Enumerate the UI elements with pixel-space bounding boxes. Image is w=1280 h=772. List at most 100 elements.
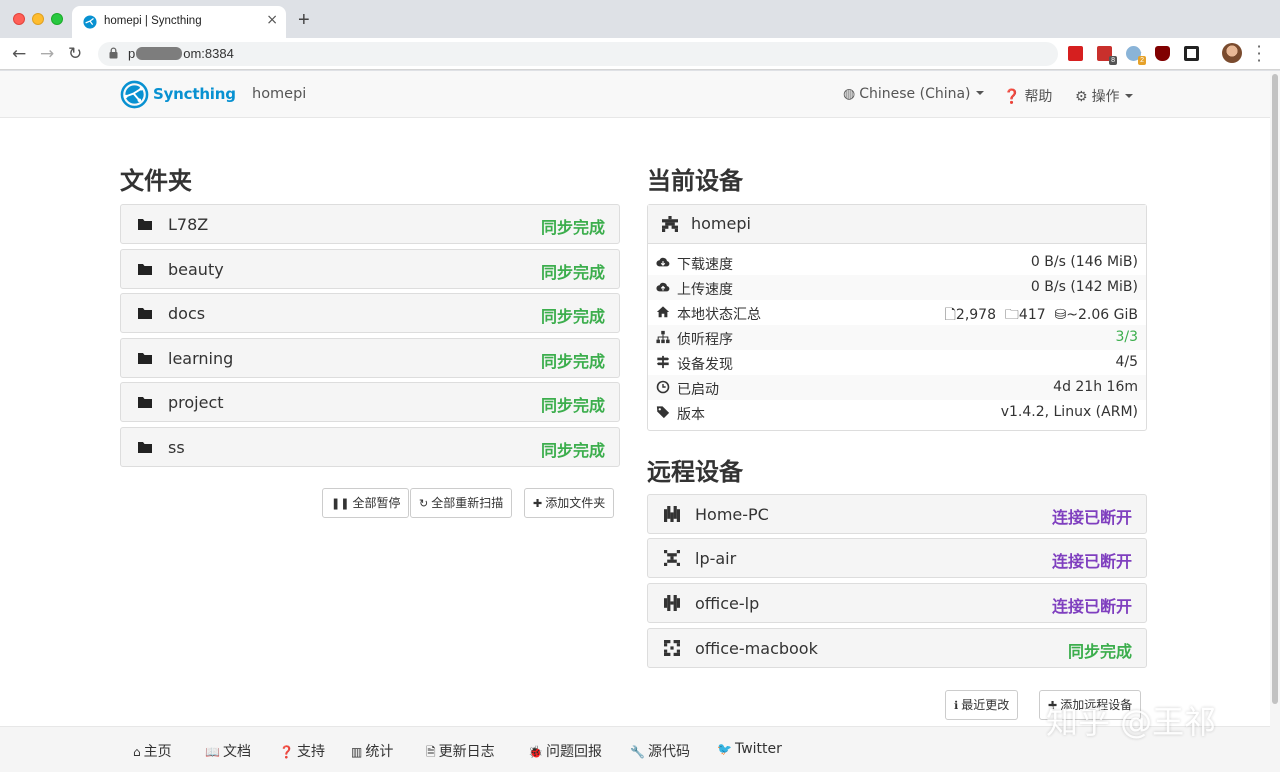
url-text[interactable]: p om:8384 [128, 46, 234, 61]
folder-icon [138, 308, 152, 319]
omnibox[interactable]: pom:8384 ☆ [98, 42, 1142, 66]
window-zoom-button[interactable] [51, 13, 63, 25]
hdd-icon: ⛁ [1054, 307, 1067, 323]
cloud-download-icon [656, 257, 670, 267]
stat-row-upload: 上传速度 0 B/s (142 MiB) [648, 275, 1146, 300]
url-redaction [136, 47, 183, 60]
extension-grid-icon[interactable]: 8 [1097, 46, 1117, 65]
forward-icon[interactable]: → [40, 44, 54, 64]
folder-outline-icon: 🗀 [1004, 307, 1019, 323]
discovery-value[interactable]: 4/5 [1115, 354, 1138, 370]
profile-avatar[interactable] [1222, 43, 1242, 63]
device-hostname: homepi [252, 86, 307, 102]
stat-row-local-state: 本地状态汇总 🗋2,978 🗀417 ⛁~2.06 GiB [648, 300, 1146, 325]
brand-name[interactable]: Syncthing [153, 85, 236, 103]
remote-device-panel[interactable]: office-lp 连接已断开 [647, 583, 1147, 623]
browser-tab[interactable]: homepi | Syncthing × [72, 6, 286, 38]
footer-home-link[interactable]: ⌂ 主页 [133, 741, 172, 761]
browser-tab-bar: homepi | Syncthing × + [0, 0, 1280, 38]
plus-icon: ✚ [533, 497, 543, 510]
this-device-header[interactable]: homepi [648, 205, 1146, 244]
folder-name: L78Z [168, 215, 209, 234]
remote-device-status: 同步完成 [1067, 642, 1132, 661]
listeners-value[interactable]: 3/3 [1115, 329, 1138, 345]
folder-name: docs [168, 304, 206, 323]
info-circle-icon: ℹ [954, 699, 959, 712]
remote-devices-heading: 远程设备 [647, 458, 743, 486]
caret-down-icon [975, 91, 984, 95]
folder-panel[interactable]: beauty 同步完成 [120, 249, 620, 289]
folder-name: project [168, 393, 224, 412]
bug-icon: 🐞 [528, 745, 543, 759]
gear-icon: ⚙ [1075, 89, 1088, 105]
remote-device-panel[interactable]: office-macbook 同步完成 [647, 628, 1147, 668]
footer-bugs-link[interactable]: 🐞 问题回报 [528, 741, 602, 761]
new-tab-button[interactable]: + [298, 9, 310, 32]
folder-panel[interactable]: docs 同步完成 [120, 293, 620, 333]
page-scrollbar-thumb[interactable] [1272, 74, 1278, 704]
add-folder-button[interactable]: ✚ 添加文件夹 [524, 488, 615, 518]
stat-row-discovery: 设备发现 4/5 [648, 350, 1146, 375]
folder-panel[interactable]: L78Z 同步完成 [120, 204, 620, 244]
window-minimize-button[interactable] [32, 13, 44, 25]
pause-all-button[interactable]: ❚❚ 全部暂停 [322, 488, 410, 518]
clock-icon [656, 380, 670, 394]
extension-globe-icon[interactable]: 2 [1126, 46, 1146, 65]
footer-twitter-link[interactable]: 🐦 Twitter [717, 741, 782, 757]
browser-menu-icon[interactable]: · · · [1256, 39, 1262, 69]
syncthing-favicon-icon [83, 15, 97, 29]
remote-device-panel[interactable]: Home-PC 连接已断开 [647, 494, 1147, 534]
bar-chart-icon: ▥ [351, 745, 363, 759]
actions-dropdown[interactable]: ⚙ 操作 [1075, 86, 1133, 106]
back-icon[interactable]: ← [12, 44, 26, 64]
this-device-heading: 当前设备 [647, 167, 743, 195]
remote-device-panel[interactable]: lp-air 连接已断开 [647, 538, 1147, 578]
folder-icon [138, 264, 152, 275]
question-circle-icon: ❓ [1003, 89, 1021, 105]
home-icon: ⌂ [133, 745, 141, 759]
folder-status: 同步完成 [540, 441, 605, 460]
this-device-panel: homepi 下载速度 0 B/s (146 MiB) 上传速度 0 B/s (… [647, 204, 1147, 431]
tab-title: homepi | Syncthing [104, 15, 202, 27]
folder-name: beauty [168, 260, 224, 279]
tab-close-icon[interactable]: × [266, 12, 278, 28]
stat-row-version: 版本 v1.4.2, Linux (ARM) [648, 400, 1146, 425]
reload-icon[interactable]: ↻ [68, 44, 82, 64]
folder-status: 同步完成 [540, 218, 605, 237]
footer-docs-link[interactable]: 📖 文档 [205, 741, 251, 761]
folder-icon [138, 442, 152, 453]
syncthing-logo-icon[interactable] [120, 80, 149, 109]
tag-icon [656, 406, 670, 419]
signpost-icon [656, 355, 670, 369]
wrench-icon: 🔧 [630, 745, 645, 759]
extension-square-icon[interactable] [1184, 46, 1199, 61]
device-identicon-icon [662, 216, 678, 232]
footer-changelog-link[interactable]: 🗎 更新日志 [426, 741, 495, 764]
language-dropdown[interactable]: ◍ Chinese (China) [843, 86, 984, 102]
address-bar: ← → ↻ pom:8384 ☆ 8 2 ··· [0, 38, 1280, 70]
footer-source-link[interactable]: 🔧 源代码 [630, 741, 690, 761]
stat-row-listeners: 侦听程序 3/3 [648, 325, 1146, 350]
stat-row-uptime: 已启动 4d 21h 16m [648, 375, 1146, 400]
refresh-icon: ↻ [419, 497, 429, 510]
folder-panel[interactable]: project 同步完成 [120, 382, 620, 422]
remote-device-name: Home-PC [695, 505, 769, 524]
folders-heading: 文件夹 [120, 167, 192, 195]
folder-status: 同步完成 [540, 263, 605, 282]
extension-red-icon[interactable] [1068, 46, 1083, 61]
sitemap-icon [656, 330, 670, 344]
question-circle-icon: ❓ [279, 745, 294, 759]
remote-device-status: 连接已断开 [1051, 552, 1132, 571]
ublock-icon[interactable] [1155, 46, 1170, 61]
window-close-button[interactable] [13, 13, 25, 25]
remote-device-name: office-lp [695, 594, 760, 613]
help-menu[interactable]: ❓ 帮助 [1003, 86, 1052, 106]
rescan-all-button[interactable]: ↻ 全部重新扫描 [410, 488, 513, 518]
recent-changes-button[interactable]: ℹ 最近更改 [945, 690, 1019, 720]
file-count: 2,978 [955, 307, 997, 323]
footer-support-link[interactable]: ❓ 支持 [279, 741, 325, 761]
folder-panel[interactable]: learning 同步完成 [120, 338, 620, 378]
folder-panel[interactable]: ss 同步完成 [120, 427, 620, 467]
footer-stats-link[interactable]: ▥ 统计 [351, 741, 393, 761]
syncthing-page: Syncthing homepi ◍ Chinese (China) ❓ 帮助 ⚙ 操… [0, 71, 1270, 772]
